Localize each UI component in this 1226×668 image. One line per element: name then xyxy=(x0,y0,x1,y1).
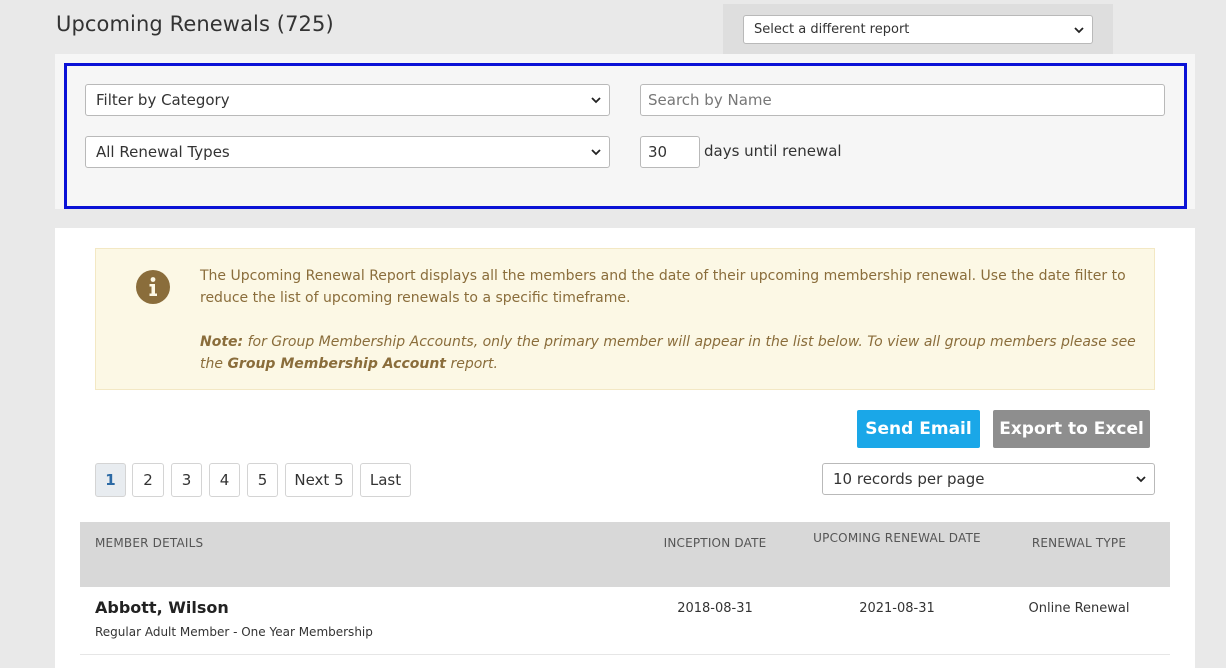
chevron-down-icon xyxy=(591,97,601,104)
category-filter-value: Filter by Category xyxy=(96,91,230,109)
records-per-page-value: 10 records per page xyxy=(833,470,985,488)
member-membership-type: Regular Adult Member - One Year Membersh… xyxy=(95,625,373,639)
page-4-button[interactable]: 4 xyxy=(209,463,240,497)
report-select-value: Select a different report xyxy=(754,22,910,37)
next-5-button[interactable]: Next 5 xyxy=(285,463,353,497)
member-name-link[interactable]: Abbott, Wilson xyxy=(95,598,229,617)
notice-paragraph: The Upcoming Renewal Report displays all… xyxy=(200,268,1126,306)
group-membership-link[interactable]: Group Membership Account xyxy=(227,356,446,372)
filter-panel: Filter by Category All Renewal Types day… xyxy=(55,54,1195,209)
report-select-container: Select a different report xyxy=(723,4,1113,54)
note-end: report. xyxy=(446,356,498,372)
days-until-renewal-input[interactable] xyxy=(640,136,700,168)
last-page-button[interactable]: Last xyxy=(360,463,411,497)
info-notice: The Upcoming Renewal Report displays all… xyxy=(95,248,1155,390)
send-email-button[interactable]: Send Email xyxy=(857,410,980,448)
page-1-button[interactable]: 1 xyxy=(95,463,126,497)
chevron-down-icon xyxy=(1074,26,1084,33)
info-icon xyxy=(136,270,170,304)
notice-text: The Upcoming Renewal Report displays all… xyxy=(200,265,1144,375)
chevron-down-icon xyxy=(591,149,601,156)
inception-date-cell: 2018-08-31 xyxy=(677,601,753,616)
report-panel: The Upcoming Renewal Report displays all… xyxy=(55,228,1195,668)
export-to-excel-button[interactable]: Export to Excel xyxy=(993,410,1150,448)
page-title: Upcoming Renewals (725) xyxy=(56,12,334,36)
report-select[interactable]: Select a different report xyxy=(743,15,1093,44)
days-until-renewal-label: days until renewal xyxy=(704,142,842,160)
column-header-inception-date[interactable]: INCEPTION DATE xyxy=(615,536,815,550)
renewal-type-select[interactable]: All Renewal Types xyxy=(85,136,610,168)
records-per-page-select[interactable]: 10 records per page xyxy=(822,463,1155,495)
search-by-name-input[interactable] xyxy=(640,84,1165,116)
chevron-down-icon xyxy=(1136,476,1146,483)
column-header-upcoming-renewal-date[interactable]: UPCOMING RENEWAL DATE xyxy=(797,527,997,549)
column-header-renewal-type[interactable]: RENEWAL TYPE xyxy=(980,536,1178,550)
renewal-type-value: All Renewal Types xyxy=(96,143,230,161)
page-5-button[interactable]: 5 xyxy=(247,463,278,497)
column-header-member-details[interactable]: MEMBER DETAILS xyxy=(95,536,203,550)
renewal-date-cell: 2021-08-31 xyxy=(859,601,935,616)
note-label: Note: xyxy=(200,334,244,350)
category-filter-select[interactable]: Filter by Category xyxy=(85,84,610,116)
notice-note: Note: for Group Membership Accounts, onl… xyxy=(200,331,1144,375)
page-2-button[interactable]: 2 xyxy=(132,463,164,497)
page-3-button[interactable]: 3 xyxy=(171,463,202,497)
renewal-type-cell: Online Renewal xyxy=(1028,601,1130,616)
table-header: MEMBER DETAILS INCEPTION DATE UPCOMING R… xyxy=(80,522,1170,587)
table-row: Abbott, Wilson Regular Adult Member - On… xyxy=(80,587,1170,655)
